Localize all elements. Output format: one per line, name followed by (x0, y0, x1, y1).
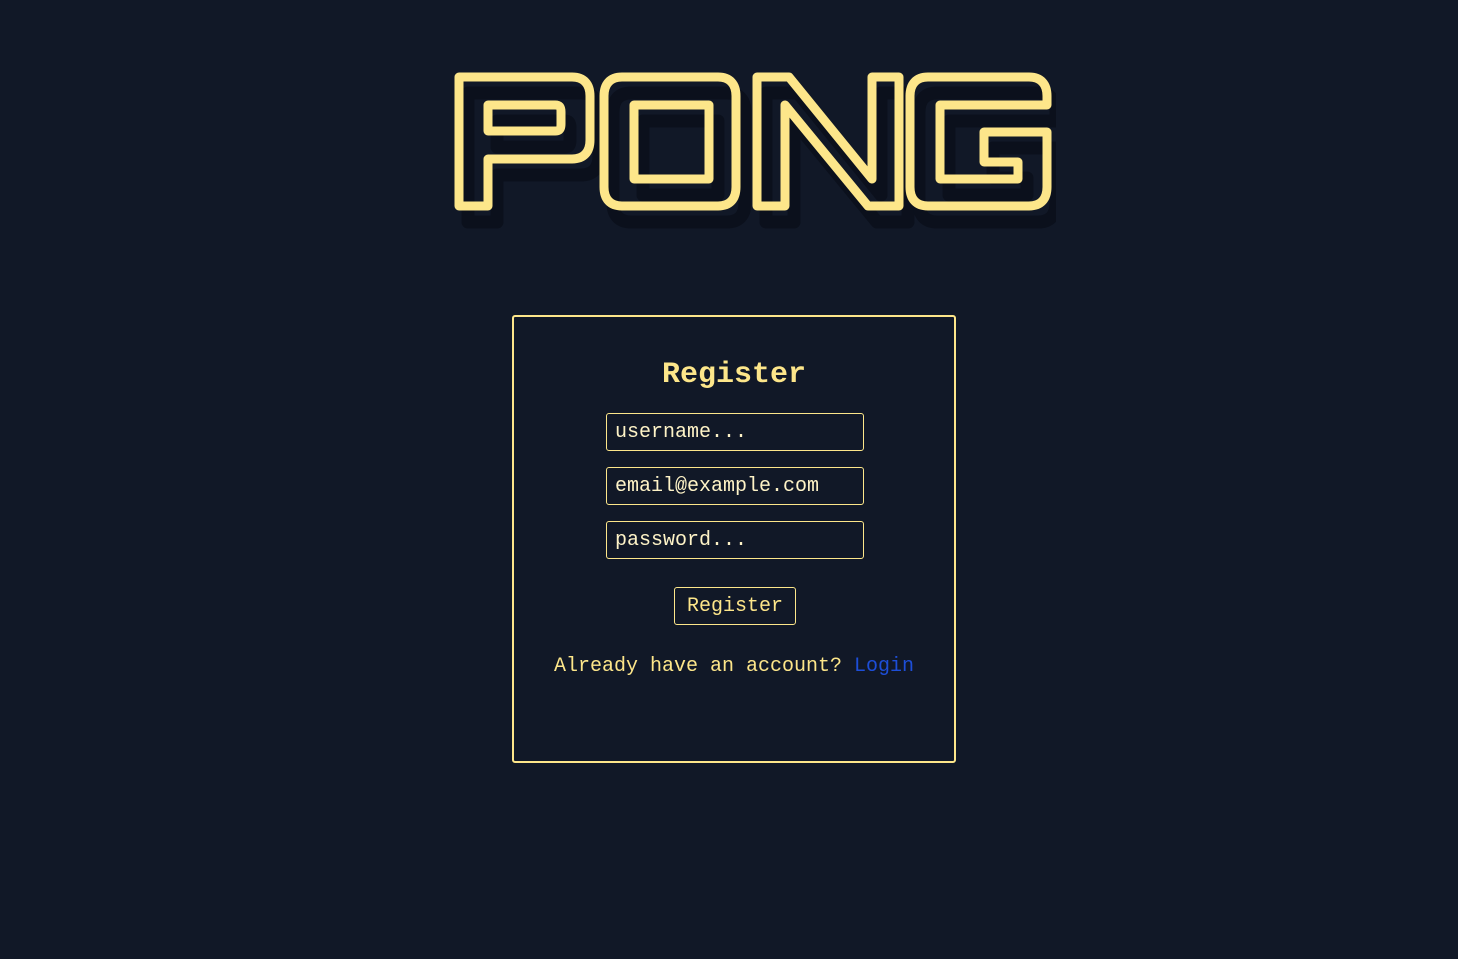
login-prompt: Already have an account? Login (514, 653, 954, 681)
pong-logo-graphic (454, 72, 1056, 229)
register-button[interactable]: Register (674, 587, 796, 625)
pong-logo (444, 62, 1056, 238)
login-link[interactable]: Login (854, 655, 914, 678)
password-input[interactable] (606, 521, 864, 559)
login-prompt-text: Already have an account? (553, 655, 855, 678)
register-card: Register Register Already have an accoun… (512, 315, 956, 763)
username-input[interactable] (606, 413, 864, 451)
register-heading: Register (661, 358, 807, 392)
email-input[interactable] (606, 467, 864, 505)
